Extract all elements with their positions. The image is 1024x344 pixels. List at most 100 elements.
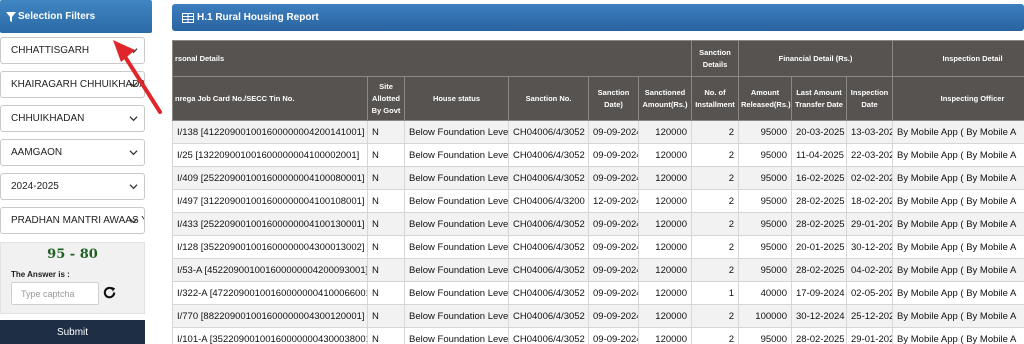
cell-inspection-date: 25-12-2024	[845, 304, 894, 328]
cell-job-card: I/128 [352209001001600000004300013002]	[172, 235, 368, 259]
cell-sanctioned-amount: 120000	[638, 281, 692, 305]
submit-button[interactable]: Submit	[0, 320, 145, 344]
cell-released: 95000	[738, 235, 792, 259]
col-sanction-date: Sanction Date)	[588, 76, 639, 121]
cell-sanction-date: 09-09-2024	[588, 143, 639, 167]
col-house-status: House status	[404, 76, 509, 121]
captcha-image-text: 95 - 80	[47, 247, 98, 262]
cell-job-card: I/322-A [472209001001600000004100066001]	[172, 281, 368, 305]
filter-list: CHHATTISGARH KHAIRAGARH CHHUIKHADA CHHUI…	[0, 33, 152, 234]
chevron-down-icon	[129, 48, 138, 54]
village-select-value: AAMGAON	[11, 147, 63, 158]
cell-released: 95000	[738, 327, 792, 344]
cell-transfer-date: 17-09-2024	[791, 281, 847, 305]
cell-status: Below Foundation Level	[404, 212, 509, 236]
cell-status: Below Foundation Level	[404, 235, 509, 259]
selection-filters-header: Selection Filters	[0, 0, 152, 33]
report-table-container[interactable]: rsonal Details Sanction Details Financia…	[172, 40, 1024, 344]
cell-installments: 2	[691, 304, 739, 328]
captcha-placeholder: Type captcha	[21, 288, 75, 299]
table-row: I/433 [252209001001600000004100130001] N…	[172, 212, 1024, 236]
refresh-icon[interactable]	[102, 285, 117, 300]
table-icon	[182, 12, 194, 23]
cell-status: Below Foundation Level	[404, 281, 509, 305]
cell-installments: 2	[691, 258, 739, 282]
table-row: I/128 [352209001001600000004300013002] N…	[172, 235, 1024, 259]
district-select[interactable]: KHAIRAGARH CHHUIKHADA	[0, 71, 145, 98]
cell-sanctioned-amount: 120000	[638, 304, 692, 328]
cell-status: Below Foundation Level	[404, 304, 509, 328]
col-sanction-no: Sanction No.	[508, 76, 589, 121]
personal-details-header: rsonal Details	[172, 40, 692, 77]
cell-status: Below Foundation Level	[404, 258, 509, 282]
cell-site: N	[367, 327, 405, 344]
cell-installments: 2	[691, 189, 739, 213]
cell-site: N	[367, 281, 405, 305]
cell-sanctioned-amount: 120000	[638, 143, 692, 167]
cell-transfer-date: 16-02-2025	[791, 166, 847, 190]
cell-job-card: I/497 [312209001001600000004100108001]	[172, 189, 368, 213]
cell-released: 95000	[738, 189, 792, 213]
cell-sanction-date: 09-09-2024	[588, 166, 639, 190]
scheme-select[interactable]: PRADHAN MANTRI AWAAS Y	[0, 207, 145, 234]
col-inspection-date: Inspection Date	[845, 76, 894, 121]
cell-site: N	[367, 304, 405, 328]
col-inspecting-officer: Inspecting Officer	[892, 76, 1024, 121]
cell-sanction-no: CH04006/4/3052	[508, 327, 589, 344]
cell-inspection-date: 13-03-2025	[845, 120, 894, 144]
cell-inspection-date: 02-02-2025	[845, 166, 894, 190]
cell-inspection-date: 02-05-2025	[845, 281, 894, 305]
village-select[interactable]: AAMGAON	[0, 139, 145, 166]
report-panel: H.1 Rural Housing Report rsonal Details …	[172, 4, 1024, 344]
captcha-input[interactable]: Type captcha	[11, 282, 99, 305]
cell-transfer-date: 28-02-2025	[791, 212, 847, 236]
cell-inspection-date: 29-01-2025	[845, 327, 894, 344]
cell-officer: By Mobile App ( By Mobile A	[892, 166, 1024, 190]
cell-job-card: I/53-A [452209001001600000004200093001]	[172, 258, 368, 282]
cell-installments: 2	[691, 212, 739, 236]
selection-filters-title: Selection Filters	[18, 11, 96, 22]
report-title: H.1 Rural Housing Report	[197, 12, 319, 23]
cell-installments: 2	[691, 120, 739, 144]
table-row: I/322-A [472209001001600000004100066001]…	[172, 281, 1024, 305]
cell-transfer-date: 20-03-2025	[791, 120, 847, 144]
cell-sanction-no: CH04006/4/3052	[508, 166, 589, 190]
chevron-down-icon	[129, 184, 138, 190]
cell-sanctioned-amount: 120000	[638, 120, 692, 144]
cell-sanction-no: CH04006/4/3052	[508, 212, 589, 236]
col-job-card: nrega Job Card No./SECC Tin No.	[172, 76, 368, 121]
cell-officer: By Mobile App ( By Mobile A	[892, 120, 1024, 144]
submit-button-label: Submit	[56, 326, 89, 338]
cell-status: Below Foundation Level	[404, 166, 509, 190]
cell-released: 95000	[738, 143, 792, 167]
table-row: I/101-A [352209001001600000004300038001]…	[172, 327, 1024, 344]
cell-officer: By Mobile App ( By Mobile A	[892, 281, 1024, 305]
cell-sanction-no: CH04006/4/3052	[508, 120, 589, 144]
cell-inspection-date: 04-02-2025	[845, 258, 894, 282]
cell-sanction-date: 09-09-2024	[588, 235, 639, 259]
cell-inspection-date: 18-02-2025	[845, 189, 894, 213]
table-row: I/409 [252209001001600000004100080001] N…	[172, 166, 1024, 190]
sanction-details-header: Sanction Details	[691, 40, 739, 77]
cell-inspection-date: 30-12-2024	[845, 235, 894, 259]
table-row: I/138 [412209001001600000004200141001] N…	[172, 120, 1024, 144]
cell-sanction-no: CH04006/4/3200	[508, 189, 589, 213]
cell-installments: 2	[691, 327, 739, 344]
cell-sanctioned-amount: 120000	[638, 258, 692, 282]
cell-officer: By Mobile App ( By Mobile A	[892, 235, 1024, 259]
cell-sanctioned-amount: 120000	[638, 166, 692, 190]
cell-site: N	[367, 189, 405, 213]
cell-officer: By Mobile App ( By Mobile A	[892, 212, 1024, 236]
cell-site: N	[367, 258, 405, 282]
cell-sanction-no: CH04006/4/3052	[508, 235, 589, 259]
block-select[interactable]: CHHUIKHADAN	[0, 105, 145, 132]
chevron-down-icon	[129, 150, 138, 156]
report-table: rsonal Details Sanction Details Financia…	[172, 40, 1024, 344]
financial-detail-header: Financial Detail (Rs.)	[737, 40, 894, 77]
cell-released: 95000	[738, 258, 792, 282]
cell-transfer-date: 28-02-2025	[791, 327, 847, 344]
chevron-down-icon	[129, 82, 138, 88]
year-select[interactable]: 2024-2025	[0, 173, 145, 200]
state-select[interactable]: CHHATTISGARH	[0, 37, 145, 64]
cell-installments: 1	[691, 281, 739, 305]
